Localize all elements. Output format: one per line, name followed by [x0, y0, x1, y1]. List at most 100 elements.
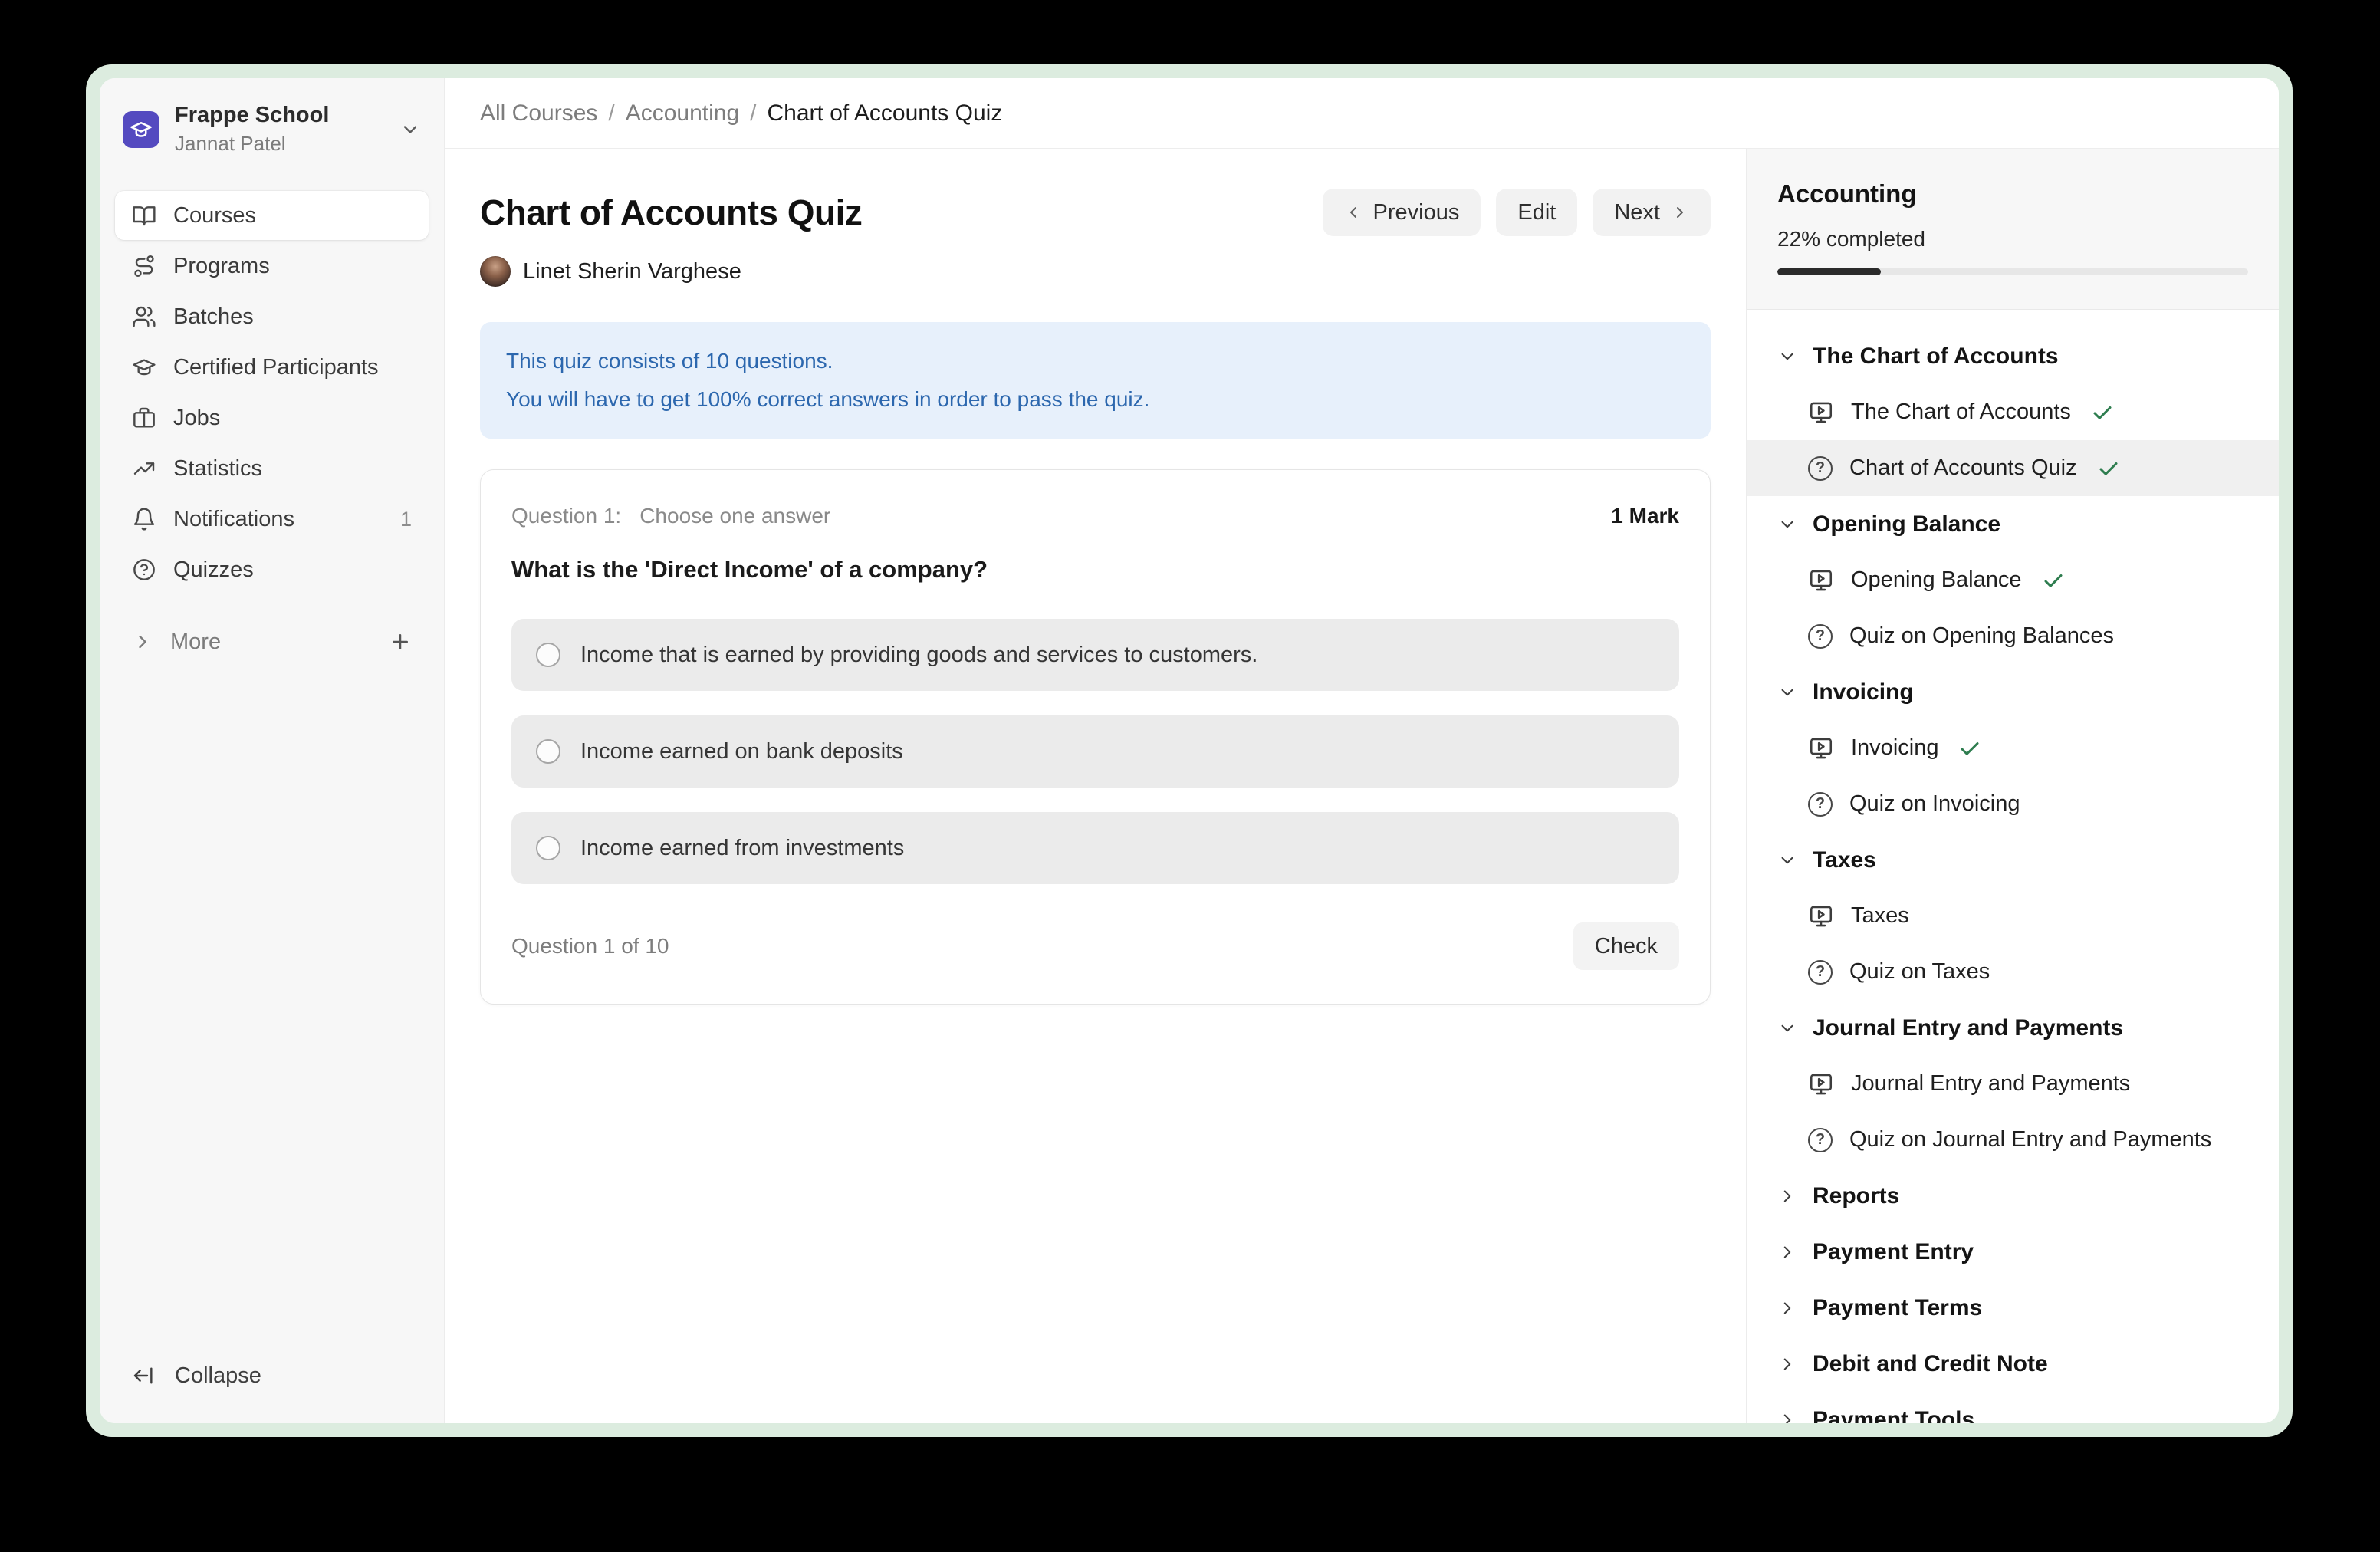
- app-title: Frappe School: [175, 103, 329, 128]
- outline-chapter-opening-balance[interactable]: Opening Balance: [1747, 496, 2279, 552]
- collapse-label: Collapse: [175, 1363, 261, 1389]
- question-progress: Question 1 of 10: [511, 934, 669, 958]
- question-card: Question 1: Choose one answer 1 Mark Wha…: [480, 469, 1711, 1005]
- outline-chapter-payment-entry[interactable]: Payment Entry: [1747, 1224, 2279, 1280]
- outline-quiz-quiz-on-invoicing[interactable]: ? Quiz on Invoicing: [1747, 776, 2279, 832]
- briefcase-icon: [132, 406, 156, 430]
- chevron-right-icon: [1671, 203, 1689, 222]
- outline-chapter-taxes[interactable]: Taxes: [1747, 832, 2279, 888]
- sidebar-item-programs[interactable]: Programs: [115, 242, 429, 291]
- course-progress-fill: [1777, 268, 1881, 275]
- question-number: Question 1:: [511, 504, 621, 528]
- breadcrumb-accounting[interactable]: Accounting: [626, 100, 739, 127]
- outline-quiz-quiz-on-opening-balances[interactable]: ? Quiz on Opening Balances: [1747, 608, 2279, 664]
- content-wrap: All Courses / Accounting / Chart of Acco…: [445, 78, 2279, 1423]
- quiz-info-line1: This quiz consists of 10 questions.: [506, 342, 1685, 380]
- outline-chapter-debit-and-credit-note[interactable]: Debit and Credit Note: [1747, 1336, 2279, 1392]
- left-sidebar: Frappe School Jannat Patel Courses Progr…: [100, 78, 445, 1423]
- sidebar-item-statistics[interactable]: Statistics: [115, 444, 429, 493]
- sidebar-item-notifications[interactable]: Notifications 1: [115, 495, 429, 544]
- question-instruction: Choose one answer: [639, 504, 830, 528]
- help-circle-icon: [132, 557, 156, 582]
- next-button[interactable]: Next: [1593, 189, 1711, 236]
- chevron-down-icon: [1777, 682, 1797, 702]
- breadcrumb-all-courses[interactable]: All Courses: [480, 100, 597, 127]
- question-circle-icon: ?: [1808, 456, 1833, 481]
- outline-lesson-journal-entry-and-payments[interactable]: Journal Entry and Payments: [1747, 1056, 2279, 1112]
- collapse-sidebar-button[interactable]: Collapse: [115, 1351, 429, 1400]
- graduation-cap-icon: [132, 355, 156, 380]
- course-outline-list: The Chart of Accounts The Chart of Accou…: [1747, 310, 2279, 1423]
- course-outline-panel: Accounting 22% completed The Chart of Ac…: [1746, 149, 2279, 1423]
- outline-lesson-taxes[interactable]: Taxes: [1747, 888, 2279, 944]
- chevron-right-icon: [1777, 1242, 1797, 1262]
- plus-icon[interactable]: [389, 630, 412, 653]
- course-title: Accounting: [1777, 179, 2248, 209]
- breadcrumb-current: Chart of Accounts Quiz: [768, 100, 1003, 127]
- monitor-play-icon: [1808, 567, 1834, 594]
- check-answer-button[interactable]: Check: [1573, 922, 1679, 970]
- quiz-info-line2: You will have to get 100% correct answer…: [506, 380, 1685, 419]
- outline-chapter-journal-entry-and-payments[interactable]: Journal Entry and Payments: [1747, 1000, 2279, 1056]
- outline-lesson-the-chart-of-accounts[interactable]: The Chart of Accounts: [1747, 384, 2279, 440]
- outline-lesson-opening-balance[interactable]: Opening Balance: [1747, 552, 2279, 608]
- breadcrumb: All Courses / Accounting / Chart of Acco…: [445, 78, 2279, 149]
- quiz-info-banner: This quiz consists of 10 questions. You …: [480, 322, 1711, 439]
- author-name: Linet Sherin Varghese: [523, 259, 741, 284]
- chevron-right-icon: [1777, 1354, 1797, 1374]
- outline-chapter-the-chart-of-accounts[interactable]: The Chart of Accounts: [1747, 328, 2279, 384]
- outline-quiz-quiz-on-journal-entry-and-payments[interactable]: ? Quiz on Journal Entry and Payments: [1747, 1112, 2279, 1168]
- edit-button[interactable]: Edit: [1496, 189, 1577, 236]
- question-circle-icon: ?: [1808, 624, 1833, 649]
- outline-lesson-invoicing[interactable]: Invoicing: [1747, 720, 2279, 776]
- breadcrumb-separator: /: [750, 100, 756, 127]
- monitor-play-icon: [1808, 400, 1834, 426]
- outline-chapter-payment-terms[interactable]: Payment Terms: [1747, 1280, 2279, 1336]
- book-open-icon: [132, 203, 156, 228]
- outline-quiz-chart-of-accounts-quiz[interactable]: ? Chart of Accounts Quiz: [1747, 440, 2279, 496]
- monitor-play-icon: [1808, 735, 1834, 761]
- chevron-right-icon: [1777, 1186, 1797, 1206]
- chevron-down-icon: [1777, 515, 1797, 534]
- monitor-play-icon: [1808, 903, 1834, 929]
- outline-quiz-quiz-on-taxes[interactable]: ? Quiz on Taxes: [1747, 944, 2279, 1000]
- outline-chapter-invoicing[interactable]: Invoicing: [1747, 664, 2279, 720]
- sidebar-item-certified-participants[interactable]: Certified Participants: [115, 343, 429, 392]
- breadcrumb-separator: /: [608, 100, 614, 127]
- answer-option[interactable]: Income earned on bank deposits: [511, 715, 1679, 788]
- outline-chapter-payment-tools[interactable]: Payment Tools: [1747, 1392, 2279, 1423]
- radio-button-icon[interactable]: [536, 836, 560, 860]
- course-progress-bar: [1777, 268, 2248, 275]
- check-icon: [1958, 737, 1981, 760]
- answer-option[interactable]: Income earned from investments: [511, 812, 1679, 884]
- sidebar-item-more[interactable]: More: [115, 617, 429, 666]
- chevron-left-icon: [1344, 203, 1363, 222]
- check-icon: [2091, 401, 2114, 424]
- sidebar-item-courses[interactable]: Courses: [115, 191, 429, 240]
- chevron-right-icon: [1777, 1298, 1797, 1318]
- sidebar-item-jobs[interactable]: Jobs: [115, 393, 429, 442]
- question-circle-icon: ?: [1808, 792, 1833, 817]
- question-circle-icon: ?: [1808, 960, 1833, 985]
- outline-chapter-reports[interactable]: Reports: [1747, 1168, 2279, 1224]
- sidebar-item-quizzes[interactable]: Quizzes: [115, 545, 429, 594]
- answer-option[interactable]: Income that is earned by providing goods…: [511, 619, 1679, 691]
- sidebar-nav: Courses Programs Batches Certified Parti…: [115, 191, 429, 594]
- sidebar-item-batches[interactable]: Batches: [115, 292, 429, 341]
- collapse-icon: [132, 1363, 156, 1388]
- radio-button-icon[interactable]: [536, 643, 560, 667]
- check-icon: [2042, 569, 2065, 592]
- monitor-play-icon: [1808, 1071, 1834, 1097]
- previous-button[interactable]: Previous: [1323, 189, 1481, 236]
- users-icon: [132, 304, 156, 329]
- question-circle-icon: ?: [1808, 1128, 1833, 1152]
- frappe-school-logo: [123, 111, 159, 148]
- current-user-name: Jannat Patel: [175, 132, 329, 156]
- chevron-down-icon: [1777, 1018, 1797, 1038]
- answer-options: Income that is earned by providing goods…: [511, 619, 1679, 884]
- radio-button-icon[interactable]: [536, 739, 560, 764]
- chevron-right-icon: [132, 631, 153, 653]
- workspace-switcher[interactable]: Frappe School Jannat Patel: [115, 98, 429, 160]
- bell-icon: [132, 507, 156, 531]
- chevron-down-icon: [1777, 850, 1797, 870]
